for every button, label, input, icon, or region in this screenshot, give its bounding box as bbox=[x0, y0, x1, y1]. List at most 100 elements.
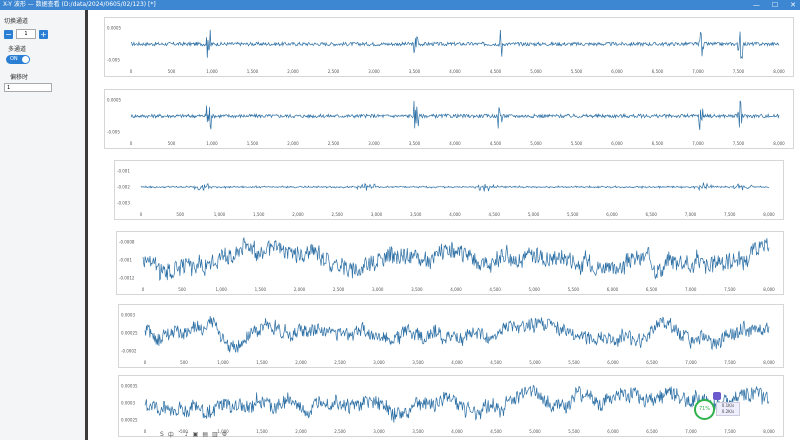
tray-icon[interactable]: ♪ bbox=[185, 431, 189, 438]
x-tick-label: 7,500 bbox=[724, 212, 736, 217]
tray-icon[interactable]: ⚙ bbox=[222, 431, 227, 438]
plot-panel-4: -0.0008 -0.001 -0.0012 0 500 1,000 1,500 2,000 2… bbox=[116, 231, 784, 295]
x-tick-label: 5,500 bbox=[571, 69, 583, 74]
y-tick-label: 0.00025 bbox=[121, 418, 138, 423]
x-tick-label: 3,000 bbox=[371, 212, 383, 217]
x-tick-label: 8,000 bbox=[763, 360, 775, 365]
x-tick-label: 2,500 bbox=[333, 287, 345, 292]
y-tick-label: -0.005 bbox=[107, 58, 120, 63]
x-tick-label: 0 bbox=[144, 360, 147, 365]
x-tick-label: 5,500 bbox=[571, 141, 583, 146]
x-tick-label: 6,000 bbox=[606, 212, 618, 217]
x-tick-label: 3,500 bbox=[409, 69, 421, 74]
multichannel-toggle[interactable]: ON bbox=[6, 55, 30, 64]
minimize-button[interactable]: — bbox=[753, 0, 760, 10]
tray-icon[interactable]: ˇ bbox=[178, 431, 181, 438]
tray-icon[interactable]: ▣ bbox=[193, 431, 199, 438]
y-tick-label: -0.002 bbox=[117, 185, 130, 190]
x-tick-label: 2,500 bbox=[328, 141, 340, 146]
x-tick-label: 4,000 bbox=[449, 141, 461, 146]
x-tick-label: 5,000 bbox=[529, 287, 541, 292]
x-tick-label: 6,500 bbox=[652, 69, 664, 74]
x-tick-label: 6,500 bbox=[646, 360, 658, 365]
x-tick-label: 5,000 bbox=[528, 212, 540, 217]
plot-4-svg: -0.0008 -0.001 -0.0012 0 500 1,000 1,500 2,000 2… bbox=[119, 236, 775, 292]
x-tick-label: 3,000 bbox=[368, 69, 380, 74]
x-tick-label: 500 bbox=[180, 360, 188, 365]
plot-5-svg: 0.0003 0.00025 -0.0002 0 500 1,000 1,500 2,000 2… bbox=[121, 313, 775, 366]
x-tick-label: 0 bbox=[130, 69, 133, 74]
x-tick-label: 8,000 bbox=[773, 69, 785, 74]
x-tick-label: 1,000 bbox=[206, 141, 218, 146]
x-tick-label: 4,000 bbox=[449, 69, 461, 74]
y-tick-label: -0.003 bbox=[117, 201, 130, 206]
waveform-line bbox=[142, 236, 770, 281]
decrement-button[interactable]: − bbox=[4, 29, 13, 39]
progress-ring[interactable]: 71% bbox=[694, 399, 715, 420]
x-tick-label: 3,000 bbox=[372, 287, 384, 292]
x-tick-label: 3,500 bbox=[412, 360, 424, 365]
y-tick-label: 0.0005 bbox=[107, 98, 121, 103]
x-tick-label: 3,500 bbox=[412, 429, 424, 434]
channel-stepper[interactable]: − 1 + bbox=[4, 29, 48, 39]
tray-icon[interactable]: 中 bbox=[168, 430, 174, 439]
speed-line-2: 0.2K/s bbox=[721, 409, 735, 414]
plot-6-svg: 0.000350.00030.000250 500 1,000 1,500 2,000 2… bbox=[121, 384, 775, 435]
x-tick-label: 1,500 bbox=[247, 141, 259, 146]
plot-panel-2: 0.0005 -0.005 0 500 1,000 1,500 2,000 2,500 3,00… bbox=[104, 89, 794, 149]
y-tick-label: -0.0002 bbox=[121, 349, 137, 354]
plot-panel-3: -0.001 -0.002 -0.003 0 500 1,000 1,500 2,000 2,5… bbox=[114, 160, 784, 220]
x-tick-label: 2,500 bbox=[334, 429, 346, 434]
y-tick-label: -0.0012 bbox=[119, 276, 135, 281]
x-tick-label: 2,000 bbox=[295, 429, 307, 434]
x-tick-label: 4,500 bbox=[490, 429, 502, 434]
x-tick-label: 4,000 bbox=[449, 212, 461, 217]
x-tick-label: 500 bbox=[168, 141, 176, 146]
x-tick-label: 4,500 bbox=[489, 287, 501, 292]
x-tick-label: 5,000 bbox=[529, 429, 541, 434]
y-tick-label: -0.005 bbox=[107, 130, 120, 135]
waveform-line bbox=[140, 182, 770, 192]
x-tick-label: 1,500 bbox=[253, 212, 265, 217]
x-tick-label: 4,000 bbox=[450, 287, 462, 292]
tray-icon[interactable]: S bbox=[160, 431, 164, 438]
y-tick-label: 0.0003 bbox=[121, 401, 135, 406]
x-tick-label: 5,500 bbox=[567, 212, 579, 217]
x-tick-label: 5,000 bbox=[530, 141, 542, 146]
x-tick-label: 6,500 bbox=[646, 212, 658, 217]
close-button[interactable]: ✕ bbox=[790, 0, 796, 10]
x-tick-label: 1,500 bbox=[247, 69, 259, 74]
tray-icon[interactable]: ▥ bbox=[212, 431, 218, 438]
x-tick-label: 4,000 bbox=[451, 360, 463, 365]
x-tick-label: 2,000 bbox=[292, 212, 304, 217]
channel-value[interactable]: 1 bbox=[16, 29, 36, 39]
x-tick-label: 1,000 bbox=[206, 69, 218, 74]
tray-icon[interactable]: ▤ bbox=[202, 431, 208, 438]
y-tick-label: -0.001 bbox=[119, 258, 132, 263]
x-tick-label: 7,500 bbox=[733, 141, 745, 146]
x-tick-label: 1,500 bbox=[256, 429, 268, 434]
floating-app-icon[interactable] bbox=[713, 392, 721, 400]
x-tick-label: 0 bbox=[140, 212, 143, 217]
x-tick-label: 3,500 bbox=[409, 141, 421, 146]
y-tick-label: 0.00035 bbox=[121, 384, 138, 389]
x-tick-label: 7,500 bbox=[724, 429, 736, 434]
x-tick-label: 3,000 bbox=[373, 429, 385, 434]
x-tick-label: 6,000 bbox=[611, 69, 623, 74]
x-tick-label: 0 bbox=[142, 287, 145, 292]
x-tick-label: 6,000 bbox=[611, 141, 623, 146]
x-tick-label: 500 bbox=[176, 212, 184, 217]
x-tick-label: 0 bbox=[130, 141, 133, 146]
increment-button[interactable]: + bbox=[39, 29, 48, 39]
taskbar-tray: S 中 ˇ ♪ ▣ ▤ ▥ ⚙ bbox=[160, 430, 227, 439]
x-tick-label: 6,500 bbox=[652, 141, 664, 146]
maximize-button[interactable]: ☐ bbox=[772, 0, 778, 10]
x-tick-label: 7,000 bbox=[692, 69, 704, 74]
offset-input[interactable]: 1 bbox=[4, 83, 52, 92]
waveform-line bbox=[130, 100, 780, 131]
multichannel-label: 多通道 bbox=[8, 46, 27, 53]
toggle-knob bbox=[22, 56, 29, 63]
x-tick-label: 8,000 bbox=[773, 141, 785, 146]
x-tick-label: 5,500 bbox=[568, 360, 580, 365]
x-tick-label: 7,000 bbox=[685, 360, 697, 365]
